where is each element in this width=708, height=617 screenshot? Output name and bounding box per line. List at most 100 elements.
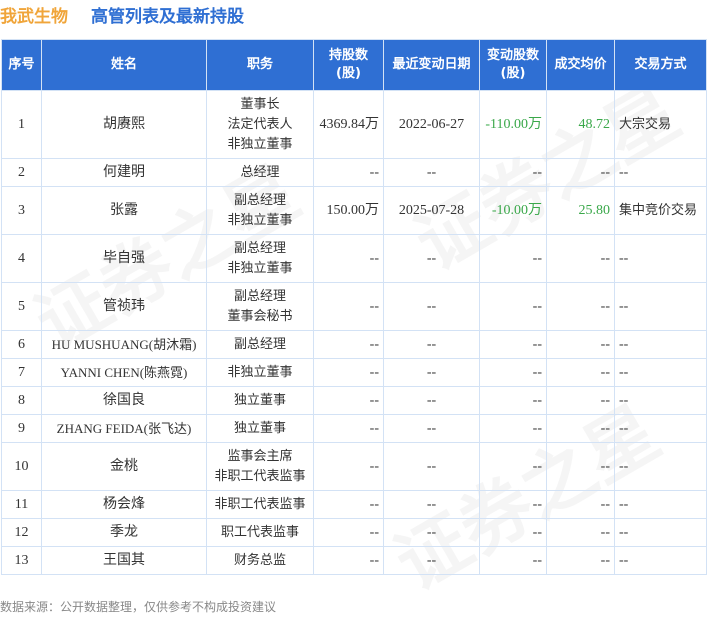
cell-date: 2022-06-27 [383, 90, 480, 159]
cell-role: 副总经理 董事会秘书 [206, 282, 314, 331]
role-line: 非独立董事 [227, 212, 293, 228]
role-line: 独立董事 [233, 420, 286, 436]
cell-no: 12 [1, 518, 42, 547]
role-line: 董事长 [240, 96, 280, 112]
cell-role: 副总经理 非独立董事 [206, 186, 314, 235]
cell-no: 7 [1, 358, 42, 387]
col-header-shares: 持股数 (股) [313, 39, 384, 91]
page-title: 高管列表及最新持股 [91, 7, 244, 27]
cell-no: 5 [1, 282, 42, 331]
col-header-no: 序号 [1, 39, 42, 91]
cell-role: 非职工代表监事 [206, 490, 314, 519]
table-row: 6 HU MUSHUANG(胡沐霜) 副总经理 -- -- -- -- -- [1, 330, 707, 359]
table-row: 9 ZHANG FEIDA(张飞达) 独立董事 -- -- -- -- -- [1, 414, 707, 443]
cell-shares: -- [313, 158, 384, 187]
company-name: 我武生物 [0, 7, 68, 27]
cell-price: -- [546, 442, 615, 491]
role-line: 副总经理 [233, 288, 286, 304]
cell-no: 1 [1, 90, 42, 159]
cell-name: 毕自强 [41, 234, 207, 283]
cell-shares: -- [313, 490, 384, 519]
cell-change: -- [479, 386, 547, 415]
cell-name: ZHANG FEIDA(张飞达) [41, 414, 207, 443]
cell-shares: -- [313, 330, 384, 359]
cell-price: -- [546, 546, 615, 575]
cell-no: 13 [1, 546, 42, 575]
cell-price: -- [546, 490, 615, 519]
role-line: 非职工代表监事 [214, 496, 306, 512]
col-header-date: 最近变动日期 [383, 39, 480, 91]
cell-name: 王国其 [41, 546, 207, 575]
cell-no: 4 [1, 234, 42, 283]
role-line: 董事会秘书 [227, 308, 293, 324]
role-line: 副总经理 [233, 192, 286, 208]
table-row: 12 季龙 职工代表监事 -- -- -- -- -- [1, 518, 707, 547]
role-line: 总经理 [240, 164, 280, 180]
table-row: 10 金桃 监事会主席 非职工代表监事 -- -- -- -- -- [1, 442, 707, 491]
cell-no: 9 [1, 414, 42, 443]
cell-name: 何建明 [41, 158, 207, 187]
cell-method: -- [614, 546, 707, 575]
table-row: 2 何建明 总经理 -- -- -- -- -- [1, 158, 707, 187]
cell-price: 48.72 [546, 90, 615, 159]
role-line: 财务总监 [233, 552, 286, 568]
cell-method: -- [614, 358, 707, 387]
role-line: 独立董事 [233, 392, 286, 408]
table-header-row: 序号 姓名 职务 持股数 (股) 最近变动日期 变动股数 (股) 成交均价 交易… [1, 39, 707, 91]
data-source-note: 数据来源：公开数据整理，仅供参考不构成投资建议 [0, 600, 277, 614]
cell-change: -- [479, 414, 547, 443]
role-line: 监事会主席 [227, 448, 293, 464]
cell-change: -10.00万 [479, 186, 547, 235]
cell-shares: 150.00万 [313, 186, 384, 235]
cell-method: -- [614, 158, 707, 187]
cell-no: 2 [1, 158, 42, 187]
role-line: 法定代表人 [227, 116, 293, 132]
cell-price: -- [546, 386, 615, 415]
col-header-shares-line2: (股) [336, 66, 361, 81]
cell-method: -- [614, 442, 707, 491]
cell-method: -- [614, 518, 707, 547]
role-line: 副总经理 [233, 240, 286, 256]
cell-date: -- [383, 234, 480, 283]
cell-no: 3 [1, 186, 42, 235]
cell-price: -- [546, 330, 615, 359]
cell-method: -- [614, 282, 707, 331]
col-header-change: 变动股数 (股) [479, 39, 547, 91]
cell-name: 杨会烽 [41, 490, 207, 519]
cell-role: 董事长 法定代表人 非独立董事 [206, 90, 314, 159]
cell-no: 11 [1, 490, 42, 519]
cell-shares: -- [313, 358, 384, 387]
cell-name: YANNI CHEN(陈燕霓) [41, 358, 207, 387]
cell-no: 6 [1, 330, 42, 359]
cell-shares: -- [313, 442, 384, 491]
col-header-method: 交易方式 [614, 39, 707, 91]
cell-price: -- [546, 282, 615, 331]
col-header-shares-line1: 持股数 [328, 48, 368, 63]
cell-price: -- [546, 414, 615, 443]
cell-date: -- [383, 518, 480, 547]
table-row: 11 杨会烽 非职工代表监事 -- -- -- -- -- [1, 490, 707, 519]
cell-role: 总经理 [206, 158, 314, 187]
table-row: 4 毕自强 副总经理 非独立董事 -- -- -- -- -- [1, 234, 707, 283]
cell-change: -- [479, 442, 547, 491]
cell-method: -- [614, 490, 707, 519]
cell-method: -- [614, 234, 707, 283]
cell-shares: -- [313, 414, 384, 443]
cell-method: -- [614, 330, 707, 359]
role-line: 副总经理 [233, 336, 286, 352]
cell-method: 集中竞价交易 [614, 186, 707, 235]
role-line: 非独立董事 [227, 364, 293, 380]
cell-name: 张露 [41, 186, 207, 235]
cell-role: 副总经理 非独立董事 [206, 234, 314, 283]
col-header-price: 成交均价 [546, 39, 615, 91]
col-header-change-line1: 变动股数 [486, 48, 539, 63]
col-header-change-line2: (股) [500, 66, 526, 81]
title-bar: 我武生物 高管列表及最新持股 [0, 0, 708, 30]
cell-name: 管祯玮 [41, 282, 207, 331]
cell-name: 季龙 [41, 518, 207, 547]
cell-shares: -- [313, 386, 384, 415]
cell-date: -- [383, 358, 480, 387]
cell-change: -- [479, 330, 547, 359]
table-row: 13 王国其 财务总监 -- -- -- -- -- [1, 546, 707, 575]
table-row: 3 张露 副总经理 非独立董事 150.00万 2025-07-28 -10.0… [1, 186, 707, 235]
